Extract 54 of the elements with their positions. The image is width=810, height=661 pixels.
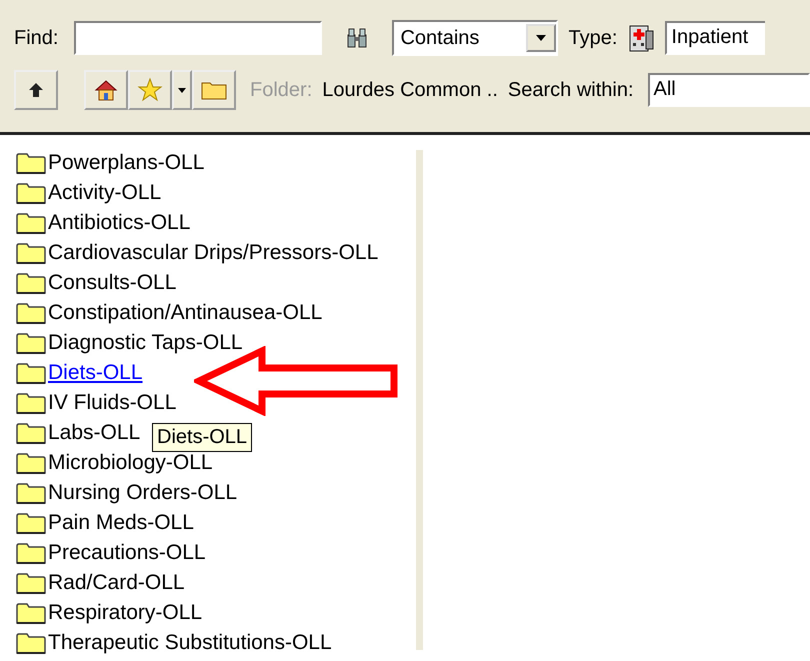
folder-item[interactable]: Microbiology-OLL [48, 450, 213, 476]
folder-item[interactable]: Nursing Orders-OLL [48, 480, 238, 506]
folder-icon [16, 212, 46, 234]
folder-item[interactable]: Pain Meds-OLL [48, 510, 194, 536]
search-within-label: Search within: [508, 78, 634, 102]
folder-item[interactable]: Diets-OLL [48, 360, 143, 386]
home-button[interactable] [84, 70, 128, 110]
folder-icon [16, 392, 46, 414]
folder-item[interactable]: Therapeutic Substitutions-OLL [48, 630, 332, 656]
folder-label: Folder: [250, 78, 312, 102]
folder-icon [16, 332, 46, 354]
up-folder-button[interactable] [14, 70, 58, 110]
hospital-icon [627, 23, 656, 53]
favorites-menu-button[interactable] [172, 70, 192, 110]
folder-button[interactable] [192, 70, 236, 110]
folder-item[interactable]: Labs-OLL [48, 420, 140, 446]
find-label: Find: [14, 26, 58, 50]
folder-item[interactable]: Respiratory-OLL [48, 600, 202, 626]
folder-icon [16, 182, 46, 204]
folder-icon [16, 272, 46, 294]
folder-item[interactable]: Antibiotics-OLL [48, 210, 190, 236]
folder-item[interactable]: Activity-OLL [48, 180, 162, 206]
folder-item[interactable]: Diagnostic Taps-OLL [48, 330, 243, 356]
folder-icon [16, 452, 46, 474]
find-field[interactable] [74, 21, 322, 55]
binoculars-icon[interactable] [346, 27, 368, 49]
match-mode-dropdown[interactable]: Contains [392, 20, 558, 56]
type-field[interactable]: Inpatient [665, 21, 766, 55]
folder-item[interactable]: Rad/Card-OLL [48, 570, 185, 596]
folder-icon [16, 572, 46, 594]
folder-item[interactable]: Powerplans-OLL [48, 150, 204, 176]
star-icon [137, 77, 163, 103]
folder-icon [16, 602, 46, 624]
folder-item[interactable]: Precautions-OLL [48, 540, 206, 566]
folder-icon [16, 422, 46, 444]
folder-path: Lourdes Common .. [322, 78, 498, 102]
folder-item[interactable]: Consults-OLL [48, 270, 176, 296]
folder-item[interactable]: IV Fluids-OLL [48, 390, 176, 416]
folder-icon [16, 632, 46, 654]
tooltip: Diets-OLL [152, 423, 252, 452]
caret-icon [178, 88, 186, 92]
house-icon [94, 78, 118, 102]
folder-icon [16, 242, 46, 264]
folder-icon [16, 362, 46, 384]
type-label: Type: [568, 26, 618, 50]
folder-icon [16, 302, 46, 324]
folder-item[interactable]: Constipation/Antinausea-OLL [48, 300, 322, 326]
caret-icon [536, 35, 546, 41]
folder-icon [16, 152, 46, 174]
folder-icon [16, 542, 46, 564]
folder-icon [16, 482, 46, 504]
search-within-field[interactable]: All [648, 73, 810, 107]
folder-item[interactable]: Cardiovascular Drips/Pressors-OLL [48, 240, 378, 266]
folder-icon [16, 512, 46, 534]
